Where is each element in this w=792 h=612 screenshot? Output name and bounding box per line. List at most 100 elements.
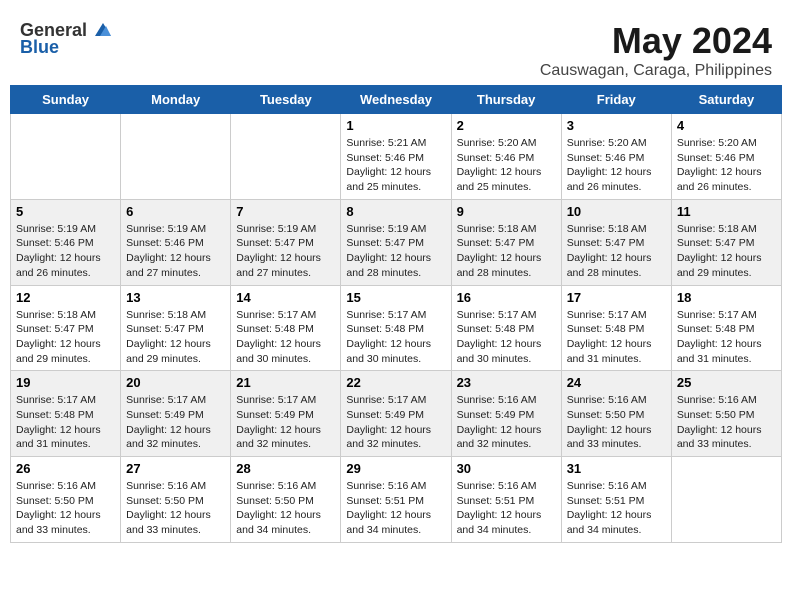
- day-info: Sunrise: 5:17 AM Sunset: 5:48 PM Dayligh…: [677, 308, 776, 367]
- day-header-sunday: Sunday: [11, 86, 121, 114]
- day-header-monday: Monday: [121, 86, 231, 114]
- week-row-5: 26 Sunrise: 5:16 AM Sunset: 5:50 PM Dayli…: [11, 457, 782, 543]
- day-cell-30: 30 Sunrise: 5:16 AM Sunset: 5:51 PM Dayli…: [451, 457, 561, 543]
- month-title: May 2024: [540, 20, 772, 62]
- day-number: 29: [346, 461, 445, 476]
- day-number: 9: [457, 204, 556, 219]
- page-header: General Blue May 2024 Causwagan, Caraga,…: [10, 10, 782, 85]
- day-info: Sunrise: 5:16 AM Sunset: 5:50 PM Dayligh…: [567, 393, 666, 452]
- day-info: Sunrise: 5:16 AM Sunset: 5:51 PM Dayligh…: [346, 479, 445, 538]
- day-info: Sunrise: 5:16 AM Sunset: 5:50 PM Dayligh…: [126, 479, 225, 538]
- day-cell-18: 18 Sunrise: 5:17 AM Sunset: 5:48 PM Dayli…: [671, 285, 781, 371]
- week-row-3: 12 Sunrise: 5:18 AM Sunset: 5:47 PM Dayli…: [11, 285, 782, 371]
- day-info: Sunrise: 5:16 AM Sunset: 5:50 PM Dayligh…: [236, 479, 335, 538]
- day-number: 21: [236, 375, 335, 390]
- day-number: 15: [346, 290, 445, 305]
- day-cell-4: 4Sunrise: 5:20 AM Sunset: 5:46 PM Daylig…: [671, 114, 781, 200]
- day-cell-9: 9 Sunrise: 5:18 AM Sunset: 5:47 PM Daylig…: [451, 199, 561, 285]
- day-info: Sunrise: 5:19 AM Sunset: 5:47 PM Dayligh…: [236, 222, 335, 281]
- day-info: Sunrise: 5:18 AM Sunset: 5:47 PM Dayligh…: [126, 308, 225, 367]
- day-number: 8: [346, 204, 445, 219]
- location-title: Causwagan, Caraga, Philippines: [540, 62, 772, 80]
- day-cell-11: 11 Sunrise: 5:18 AM Sunset: 5:47 PM Dayli…: [671, 199, 781, 285]
- day-info: Sunrise: 5:17 AM Sunset: 5:48 PM Dayligh…: [16, 393, 115, 452]
- day-cell-3: 3 Sunrise: 5:20 AM Sunset: 5:46 PM Daylig…: [561, 114, 671, 200]
- day-number: 30: [457, 461, 556, 476]
- day-info: Sunrise: 5:16 AM Sunset: 5:50 PM Dayligh…: [16, 479, 115, 538]
- logo-icon: [89, 18, 111, 40]
- day-info: Sunrise: 5:18 AM Sunset: 5:47 PM Dayligh…: [567, 222, 666, 281]
- day-number: 31: [567, 461, 666, 476]
- day-info: Sunrise: 5:16 AM Sunset: 5:51 PM Dayligh…: [457, 479, 556, 538]
- day-info: Sunrise: 5:16 AM Sunset: 5:51 PM Dayligh…: [567, 479, 666, 538]
- calendar-table: SundayMondayTuesdayWednesdayThursdayFrid…: [10, 85, 782, 543]
- day-number: 12: [16, 290, 115, 305]
- day-cell-13: 13Sunrise: 5:18 AM Sunset: 5:47 PM Dayli…: [121, 285, 231, 371]
- day-number: 18: [677, 290, 776, 305]
- day-cell-10: 10Sunrise: 5:18 AM Sunset: 5:47 PM Dayli…: [561, 199, 671, 285]
- day-cell-21: 21Sunrise: 5:17 AM Sunset: 5:49 PM Dayli…: [231, 371, 341, 457]
- day-number: 25: [677, 375, 776, 390]
- day-number: 27: [126, 461, 225, 476]
- day-info: Sunrise: 5:19 AM Sunset: 5:47 PM Dayligh…: [346, 222, 445, 281]
- logo: General Blue: [20, 20, 111, 58]
- day-cell-22: 22 Sunrise: 5:17 AM Sunset: 5:49 PM Dayli…: [341, 371, 451, 457]
- day-cell-17: 17 Sunrise: 5:17 AM Sunset: 5:48 PM Dayli…: [561, 285, 671, 371]
- day-info: Sunrise: 5:18 AM Sunset: 5:47 PM Dayligh…: [457, 222, 556, 281]
- day-number: 6: [126, 204, 225, 219]
- week-row-2: 5Sunrise: 5:19 AM Sunset: 5:46 PM Daylig…: [11, 199, 782, 285]
- day-cell-29: 29 Sunrise: 5:16 AM Sunset: 5:51 PM Dayli…: [341, 457, 451, 543]
- day-cell-23: 23Sunrise: 5:16 AM Sunset: 5:49 PM Dayli…: [451, 371, 561, 457]
- day-header-tuesday: Tuesday: [231, 86, 341, 114]
- day-cell-12: 12 Sunrise: 5:18 AM Sunset: 5:47 PM Dayli…: [11, 285, 121, 371]
- day-cell-26: 26 Sunrise: 5:16 AM Sunset: 5:50 PM Dayli…: [11, 457, 121, 543]
- day-header-friday: Friday: [561, 86, 671, 114]
- day-info: Sunrise: 5:17 AM Sunset: 5:48 PM Dayligh…: [346, 308, 445, 367]
- day-number: 5: [16, 204, 115, 219]
- day-number: 20: [126, 375, 225, 390]
- day-header-saturday: Saturday: [671, 86, 781, 114]
- day-number: 1: [346, 118, 445, 133]
- day-info: Sunrise: 5:17 AM Sunset: 5:49 PM Dayligh…: [126, 393, 225, 452]
- day-number: 19: [16, 375, 115, 390]
- day-cell-31: 31 Sunrise: 5:16 AM Sunset: 5:51 PM Dayli…: [561, 457, 671, 543]
- day-info: Sunrise: 5:16 AM Sunset: 5:49 PM Dayligh…: [457, 393, 556, 452]
- day-number: 22: [346, 375, 445, 390]
- day-cell-6: 6Sunrise: 5:19 AM Sunset: 5:46 PM Daylig…: [121, 199, 231, 285]
- day-cell-1: 1 Sunrise: 5:21 AM Sunset: 5:46 PM Daylig…: [341, 114, 451, 200]
- day-cell-7: 7 Sunrise: 5:19 AM Sunset: 5:47 PM Daylig…: [231, 199, 341, 285]
- day-info: Sunrise: 5:20 AM Sunset: 5:46 PM Dayligh…: [567, 136, 666, 195]
- day-cell-28: 28 Sunrise: 5:16 AM Sunset: 5:50 PM Dayli…: [231, 457, 341, 543]
- day-number: 24: [567, 375, 666, 390]
- day-cell-19: 19 Sunrise: 5:17 AM Sunset: 5:48 PM Dayli…: [11, 371, 121, 457]
- empty-cell: [121, 114, 231, 200]
- day-cell-15: 15 Sunrise: 5:17 AM Sunset: 5:48 PM Dayli…: [341, 285, 451, 371]
- title-block: May 2024 Causwagan, Caraga, Philippines: [540, 20, 772, 80]
- day-info: Sunrise: 5:17 AM Sunset: 5:48 PM Dayligh…: [567, 308, 666, 367]
- day-number: 4: [677, 118, 776, 133]
- day-info: Sunrise: 5:16 AM Sunset: 5:50 PM Dayligh…: [677, 393, 776, 452]
- logo-blue: Blue: [20, 37, 59, 58]
- day-header-thursday: Thursday: [451, 86, 561, 114]
- day-number: 7: [236, 204, 335, 219]
- day-info: Sunrise: 5:17 AM Sunset: 5:48 PM Dayligh…: [457, 308, 556, 367]
- day-cell-27: 27 Sunrise: 5:16 AM Sunset: 5:50 PM Dayli…: [121, 457, 231, 543]
- day-number: 17: [567, 290, 666, 305]
- day-info: Sunrise: 5:17 AM Sunset: 5:49 PM Dayligh…: [346, 393, 445, 452]
- day-number: 16: [457, 290, 556, 305]
- day-info: Sunrise: 5:21 AM Sunset: 5:46 PM Dayligh…: [346, 136, 445, 195]
- day-number: 11: [677, 204, 776, 219]
- day-number: 28: [236, 461, 335, 476]
- day-header-wednesday: Wednesday: [341, 86, 451, 114]
- day-info: Sunrise: 5:17 AM Sunset: 5:48 PM Dayligh…: [236, 308, 335, 367]
- empty-cell: [671, 457, 781, 543]
- day-info: Sunrise: 5:18 AM Sunset: 5:47 PM Dayligh…: [677, 222, 776, 281]
- day-cell-25: 25 Sunrise: 5:16 AM Sunset: 5:50 PM Dayli…: [671, 371, 781, 457]
- day-number: 2: [457, 118, 556, 133]
- day-info: Sunrise: 5:18 AM Sunset: 5:47 PM Dayligh…: [16, 308, 115, 367]
- empty-cell: [11, 114, 121, 200]
- day-number: 3: [567, 118, 666, 133]
- day-cell-24: 24 Sunrise: 5:16 AM Sunset: 5:50 PM Dayli…: [561, 371, 671, 457]
- day-cell-8: 8 Sunrise: 5:19 AM Sunset: 5:47 PM Daylig…: [341, 199, 451, 285]
- day-number: 26: [16, 461, 115, 476]
